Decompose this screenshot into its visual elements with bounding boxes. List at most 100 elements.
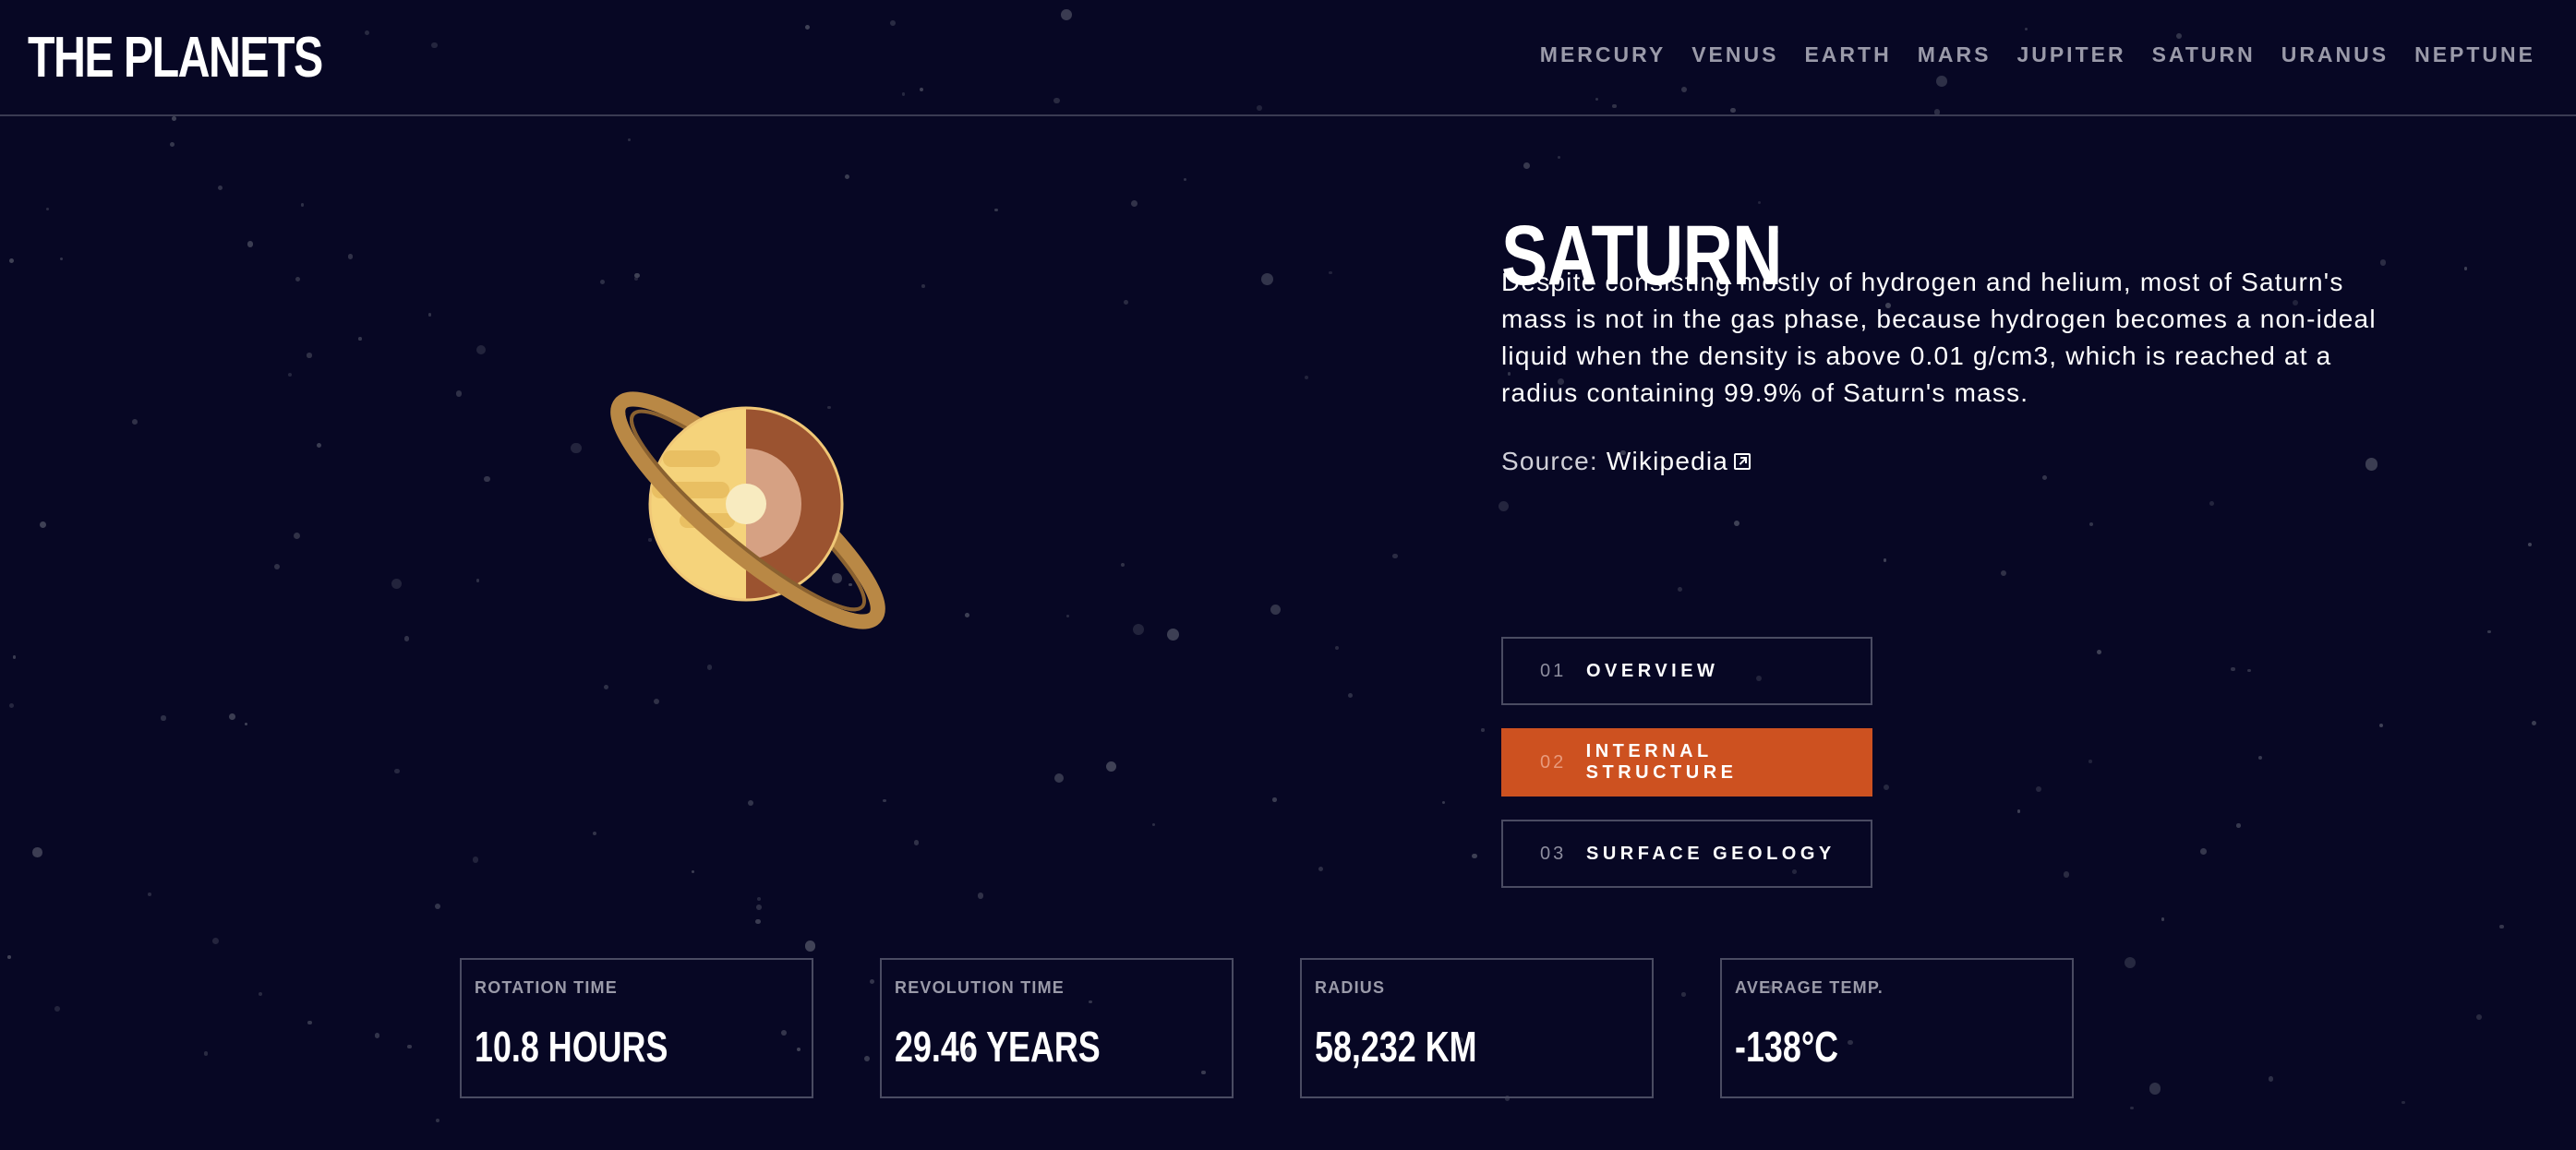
- star-dot: [2499, 924, 2504, 929]
- star-dot: [245, 723, 248, 726]
- star-dot: [653, 698, 659, 704]
- star-dot: [203, 1051, 208, 1056]
- star-dot: [2209, 500, 2214, 506]
- star-dot: [391, 579, 402, 590]
- star-dot: [1183, 177, 1186, 181]
- nav-item-jupiter[interactable]: JUPITER: [2016, 42, 2125, 67]
- star-dot: [456, 390, 463, 397]
- star-dot: [1678, 587, 1683, 593]
- star-dot: [1272, 797, 1278, 803]
- star-dot: [1481, 728, 1485, 732]
- stat-card-revolution: REVOLUTION TIME 29.46 YEARS: [880, 958, 1234, 1098]
- star-dot: [435, 904, 441, 910]
- star-dot: [603, 684, 608, 689]
- source-label: Source:: [1501, 447, 1598, 475]
- stat-card-radius: RADIUS 58,232 KM: [1300, 958, 1654, 1098]
- star-dot: [2365, 458, 2377, 471]
- star-dot: [54, 1006, 60, 1012]
- star-dot: [747, 799, 753, 806]
- nav-item-mars[interactable]: MARS: [1918, 42, 1992, 67]
- star-dot: [756, 904, 763, 911]
- stat-card-rotation: ROTATION TIME 10.8 HOURS: [460, 958, 813, 1098]
- stat-value: 10.8 HOURS: [475, 1023, 668, 1071]
- tab-surface-geology[interactable]: 03 SURFACE GEOLOGY: [1501, 820, 1872, 888]
- star-dot: [592, 831, 597, 836]
- star-dot: [2247, 668, 2251, 673]
- site-header: THE PLANETS MERCURY VENUS EARTH MARS JUP…: [0, 0, 2576, 116]
- stat-label: REVOLUTION TIME: [895, 978, 1065, 997]
- star-dot: [1883, 785, 1889, 791]
- star-dot: [1334, 646, 1339, 651]
- nav-item-mercury[interactable]: MERCURY: [1540, 42, 1666, 67]
- star-dot: [2035, 785, 2041, 792]
- star-dot: [483, 475, 490, 483]
- star-dot: [170, 141, 175, 147]
- nav-item-venus[interactable]: VENUS: [1691, 42, 1778, 67]
- star-dot: [40, 521, 47, 529]
- nav-item-saturn[interactable]: SATURN: [2152, 42, 2256, 67]
- source-link-text[interactable]: Wikipedia: [1607, 447, 1728, 475]
- star-dot: [472, 857, 479, 863]
- source-link[interactable]: Wikipedia: [1607, 447, 1751, 475]
- star-dot: [1329, 270, 1332, 274]
- star-dot: [2149, 1083, 2161, 1095]
- star-dot: [7, 955, 11, 959]
- star-dot: [1270, 605, 1281, 616]
- stat-value: 29.46 YEARS: [895, 1023, 1101, 1071]
- source-line: Source: Wikipedia: [1501, 443, 1751, 480]
- star-dot: [1498, 500, 1509, 512]
- star-dot: [1166, 628, 1179, 641]
- star-dot: [1392, 553, 1398, 559]
- star-dot: [288, 372, 293, 377]
- star-dot: [1133, 623, 1145, 635]
- view-tabs: 01 OVERVIEW 02 INTERNAL STRUCTURE 03 SUR…: [1501, 637, 1872, 911]
- star-dot: [633, 276, 639, 282]
- star-dot: [1120, 562, 1125, 568]
- stat-label: RADIUS: [1315, 978, 1386, 997]
- site-logo[interactable]: THE PLANETS: [28, 26, 323, 90]
- star-dot: [247, 241, 254, 247]
- tab-overview[interactable]: 01 OVERVIEW: [1501, 637, 1872, 705]
- nav-item-earth[interactable]: EARTH: [1804, 42, 1891, 67]
- star-dot: [2161, 917, 2165, 921]
- star-dot: [307, 1020, 312, 1025]
- star-dot: [300, 203, 305, 207]
- star-dot: [2532, 721, 2537, 726]
- star-dot: [913, 840, 920, 845]
- star-dot: [2257, 755, 2262, 761]
- star-dot: [2236, 823, 2241, 828]
- star-dot: [2096, 649, 2101, 654]
- star-dot: [172, 115, 176, 121]
- tab-label: INTERNAL STRUCTURE: [1585, 741, 1738, 783]
- star-dot: [1152, 822, 1155, 826]
- star-dot: [307, 353, 312, 358]
- tab-internal-structure[interactable]: 02 INTERNAL STRUCTURE: [1501, 728, 1872, 797]
- star-dot: [59, 257, 63, 260]
- nav-item-neptune[interactable]: NEPTUNE: [2414, 42, 2535, 67]
- star-dot: [228, 713, 235, 720]
- stat-label: AVERAGE TEMP.: [1735, 978, 1884, 997]
- star-dot: [571, 442, 582, 454]
- star-dot: [1318, 867, 1324, 872]
- star-dot: [347, 254, 354, 259]
- nav-item-uranus[interactable]: URANUS: [2281, 42, 2389, 67]
- star-dot: [2200, 848, 2207, 855]
- external-link-icon[interactable]: [1734, 452, 1751, 470]
- star-dot: [13, 655, 17, 659]
- star-dot: [273, 563, 281, 570]
- star-dot: [1130, 200, 1138, 208]
- star-dot: [1105, 761, 1117, 772]
- star-dot: [1260, 273, 1273, 286]
- star-dot: [259, 991, 263, 996]
- star-dot: [921, 284, 925, 288]
- star-dot: [883, 798, 887, 803]
- star-dot: [217, 185, 223, 190]
- planet-description: Despite consisting mostly of hydrogen an…: [1501, 268, 2377, 407]
- star-dot: [804, 940, 815, 952]
- planet-stats: ROTATION TIME 10.8 HOURS REVOLUTION TIME…: [460, 958, 2074, 1098]
- star-dot: [46, 207, 50, 210]
- star-dot: [211, 937, 219, 944]
- tab-number: 02: [1540, 751, 1567, 773]
- star-dot: [8, 258, 14, 264]
- tab-label: SURFACE GEOLOGY: [1586, 843, 1836, 864]
